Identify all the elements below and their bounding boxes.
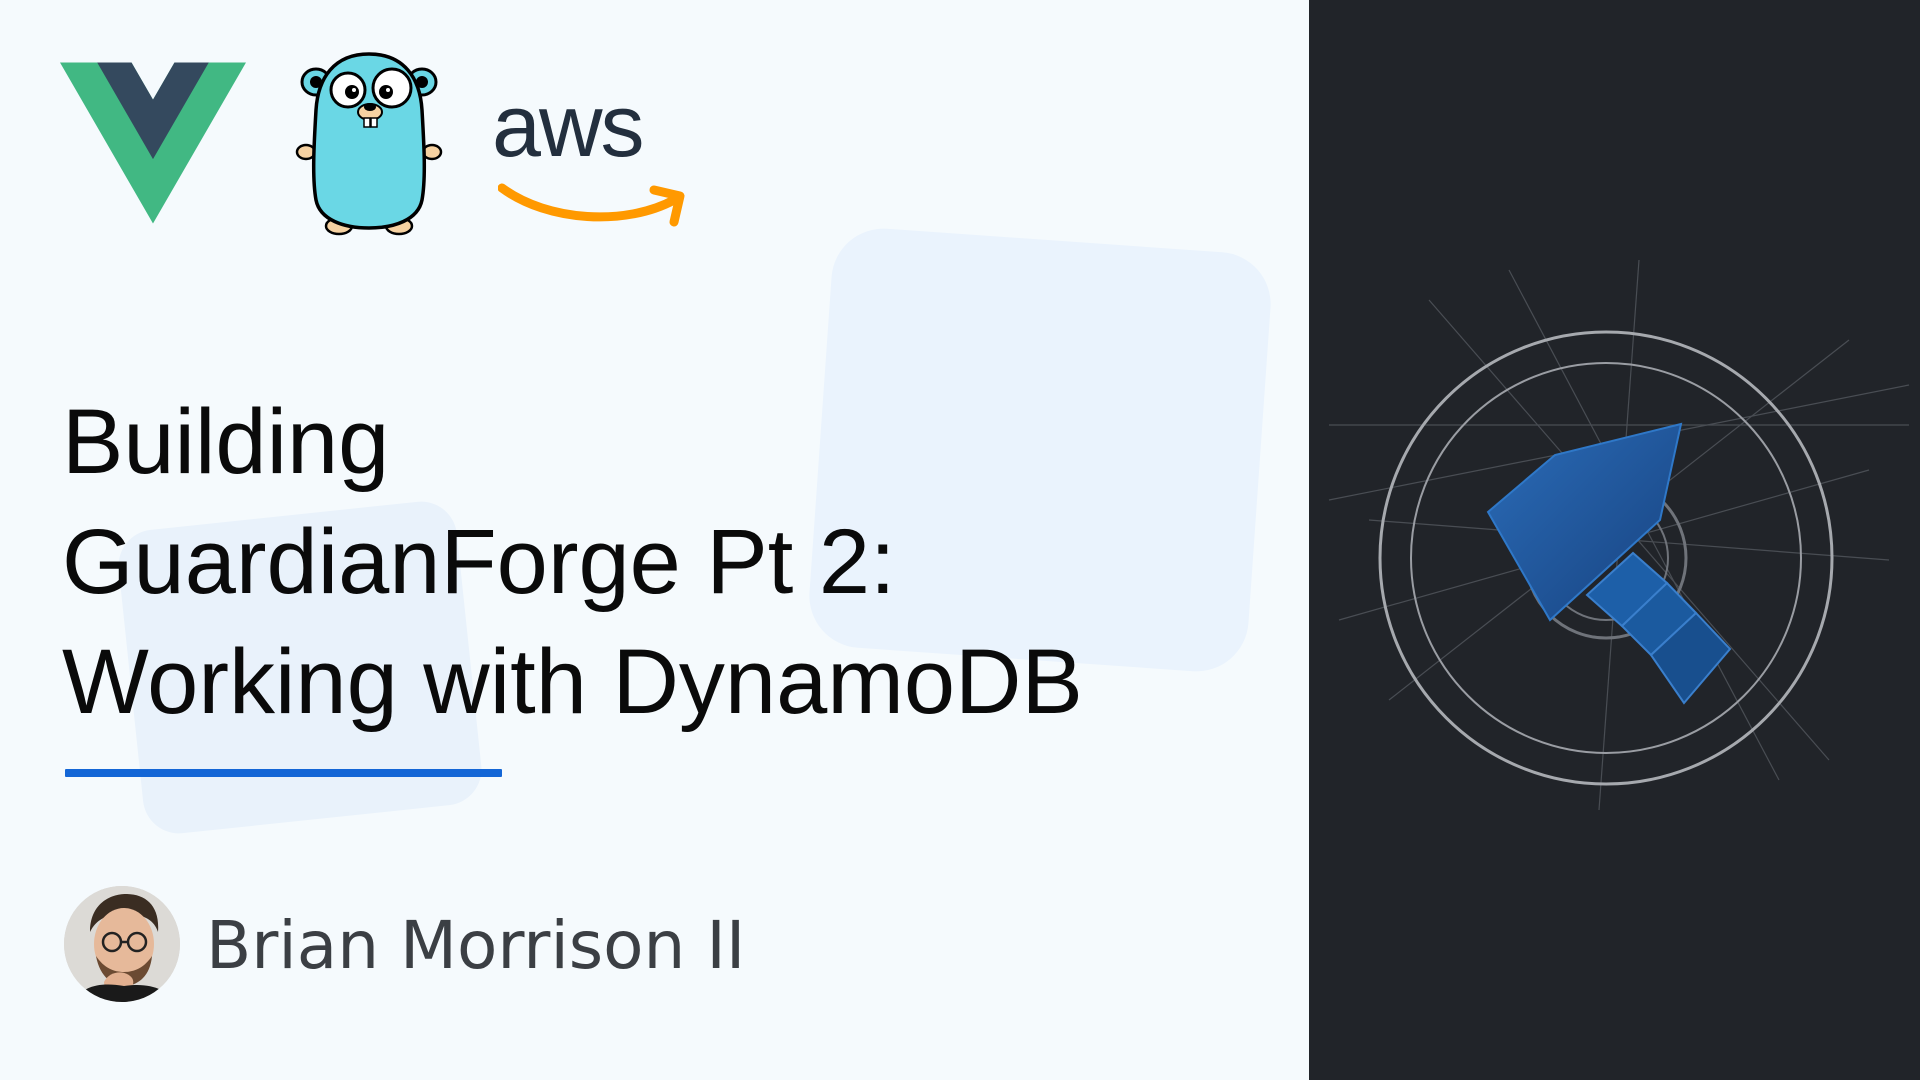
author-name: Brian Morrison II (206, 907, 746, 984)
guardianforge-hammer-logo-icon (1328, 259, 1910, 811)
title-accent-underline (65, 769, 502, 777)
guardianforge-emblem-panel (1309, 0, 1920, 1080)
gopher-mascot-icon (295, 52, 443, 236)
title-card-left-panel: aws Building GuardianForge Pt 2: Working… (0, 0, 1309, 1080)
vue-logo-icon (60, 62, 246, 224)
aws-logo-text: aws (492, 76, 644, 175)
title-line: Building (62, 391, 390, 493)
article-title: Building GuardianForge Pt 2: Working wit… (62, 382, 1302, 742)
aws-logo-icon: aws (492, 76, 742, 227)
title-line: GuardianForge Pt 2: (62, 511, 896, 613)
author-avatar-photo (64, 886, 180, 1002)
aws-smile-arrow-icon (498, 183, 685, 227)
avatar (64, 886, 180, 1002)
title-line: Working with DynamoDB (62, 631, 1083, 733)
